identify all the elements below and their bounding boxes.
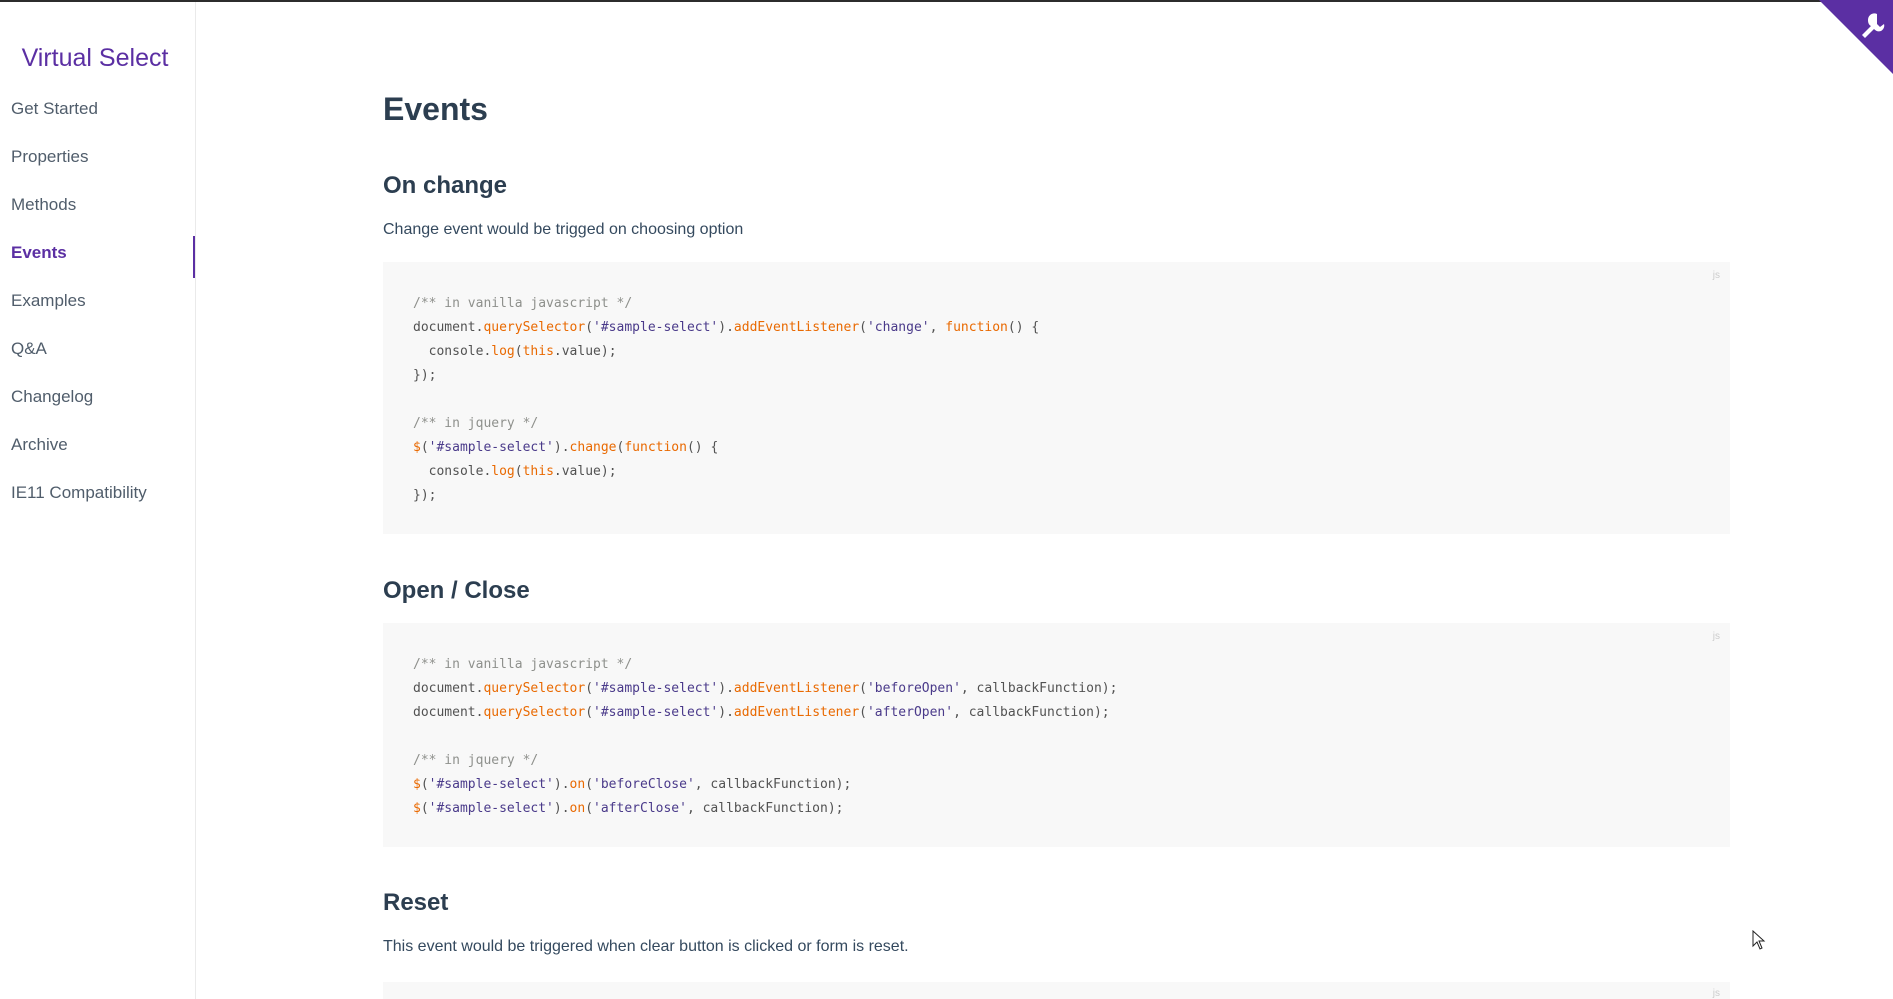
sidebar-item-qa[interactable]: Q&A (0, 332, 195, 380)
code-lang-label: js (1712, 270, 1720, 281)
sidebar-item-ie11-compatibility[interactable]: IE11 Compatibility (0, 476, 195, 524)
code-line: $('#sample-select').on('afterClose', cal… (413, 801, 844, 816)
sidebar-item-archive[interactable]: Archive (0, 428, 195, 476)
sidebar-item-get-started[interactable]: Get Started (0, 92, 195, 140)
code-line: /** in vanilla javascript */ (413, 657, 633, 672)
code-line: console.log(this.value); (413, 464, 617, 479)
code-line: document.querySelector('#sample-select')… (413, 320, 1040, 335)
code-block-on-change: js /** in vanilla javascript */ document… (383, 262, 1730, 534)
code-line: document.querySelector('#sample-select')… (413, 705, 1110, 720)
section-heading-on-change: On change (383, 172, 508, 199)
code-lang-label: js (1712, 631, 1720, 642)
top-border (0, 0, 1893, 2)
code-line: /** in jquery */ (413, 416, 539, 431)
code-line: /** in vanilla javascript */ (413, 296, 633, 311)
code-line: }); (413, 488, 437, 503)
mouse-cursor-icon (1752, 930, 1766, 950)
sidebar-nav: Get Started Properties Methods Events Ex… (0, 92, 195, 524)
section-description-on-change: Change event would be trigged on choosin… (383, 221, 744, 238)
code-block-reset: js (383, 982, 1730, 999)
code-block-open-close: js /** in vanilla javascript */ document… (383, 623, 1730, 847)
sidebar-item-properties[interactable]: Properties (0, 140, 195, 188)
code-line: console.log(this.value); (413, 344, 617, 359)
app-title[interactable]: Virtual Select (0, 44, 190, 73)
code-line: $('#sample-select').on('beforeClose', ca… (413, 777, 852, 792)
section-heading-reset: Reset (383, 889, 449, 916)
sidebar-item-events[interactable]: Events (0, 236, 195, 284)
page-title: Events (383, 91, 488, 127)
code-line: /** in jquery */ (413, 753, 539, 768)
code-line: }); (413, 368, 437, 383)
code-line: $('#sample-select').change(function() { (413, 440, 719, 455)
section-description-reset: This event would be triggered when clear… (383, 938, 909, 955)
section-heading-open-close: Open / Close (383, 577, 530, 604)
code-lang-label: js (1712, 988, 1720, 999)
code-line: document.querySelector('#sample-select')… (413, 681, 1118, 696)
sidebar-item-methods[interactable]: Methods (0, 188, 195, 236)
sidebar: Virtual Select Get Started Properties Me… (0, 2, 196, 999)
sidebar-item-examples[interactable]: Examples (0, 284, 195, 332)
github-corner-icon[interactable] (1819, 0, 1893, 74)
sidebar-item-changelog[interactable]: Changelog (0, 380, 195, 428)
